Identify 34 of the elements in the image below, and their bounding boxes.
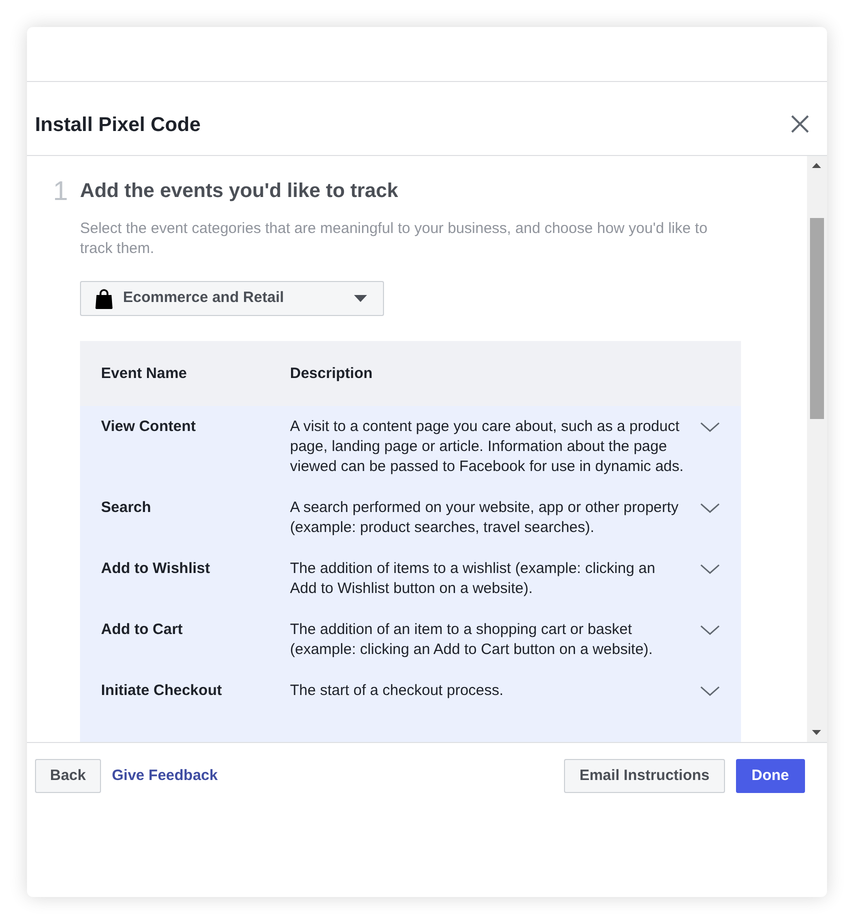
event-description: The addition of an item to a shopping cart or basket (example: clicking an Add to Cart button on a website). <box>290 620 654 660</box>
close-icon <box>791 115 809 133</box>
event-description: The addition of items to a wishlist (example: clicking an Add to Wishlist button on a website). <box>290 559 656 599</box>
event-name: View Content <box>101 417 197 437</box>
event-description: A visit to a content page you care about, such as a product page, landing page or article. Information about the page viewed can be passed to Facebook for use in dynamic ads. <box>290 417 685 477</box>
done-button[interactable]: Done <box>736 759 805 793</box>
dialog-title: Install Pixel Code <box>35 113 201 137</box>
scroll-up-arrow-icon[interactable] <box>812 163 821 168</box>
caret-down-icon <box>354 295 367 302</box>
event-name: Add to Wishlist <box>101 559 212 579</box>
scrollbar-thumb[interactable] <box>810 218 824 419</box>
event-name: Search <box>101 498 152 518</box>
shopping-bag-icon <box>95 288 113 308</box>
column-header: Description <box>290 364 374 384</box>
chevron-down-icon <box>700 686 720 696</box>
dropdown-value: Ecommerce and Retail <box>123 288 285 308</box>
event-description: The start of a checkout process. <box>290 681 504 701</box>
step-number: 1 <box>53 179 70 203</box>
event-name: Initiate Checkout <box>101 681 223 701</box>
column-header: Event Name <box>101 364 188 384</box>
back-button[interactable]: Back <box>35 759 101 793</box>
step-description: Select the event categories that are meaningful to your business, and choose how you'd like to track them. <box>80 219 708 259</box>
chevron-down-icon <box>700 564 720 574</box>
close-button[interactable] <box>790 114 810 134</box>
scroll-down-arrow-icon[interactable] <box>812 730 821 735</box>
event-description: A search performed on your website, app or other property (example: product searches, travel searches). <box>290 498 680 538</box>
email-instructions-button[interactable]: Email Instructions <box>564 759 724 793</box>
category-dropdown[interactable]: Ecommerce and Retail <box>80 281 384 316</box>
step-heading: Add the events you'd like to track <box>80 179 398 203</box>
event-name: Add to Cart <box>101 620 184 640</box>
chevron-down-icon <box>700 503 720 513</box>
chevron-down-icon <box>700 625 720 635</box>
give-feedback-link[interactable]: Give Feedback <box>112 764 218 788</box>
chevron-down-icon <box>700 422 720 432</box>
